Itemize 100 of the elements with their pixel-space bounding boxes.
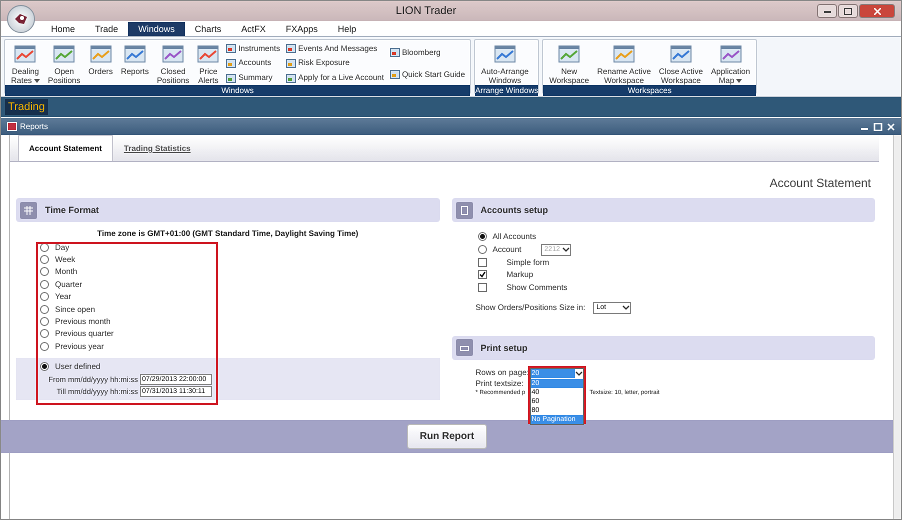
radio-button[interactable] <box>40 255 49 264</box>
option-label: Year <box>55 292 72 302</box>
radio-button[interactable] <box>40 304 49 314</box>
ribbon-item[interactable]: Quick Start Guide <box>390 69 466 79</box>
ribbon-button[interactable]: Reports <box>118 41 152 85</box>
maximize-button[interactable] <box>838 4 858 18</box>
window-icon <box>390 69 400 79</box>
option-label: Simple form <box>506 258 550 267</box>
ribbon-button[interactable]: Open Positions <box>44 41 84 85</box>
window-chart-icon <box>558 43 580 65</box>
option-label: Week <box>55 255 76 264</box>
radio-button[interactable] <box>40 267 49 276</box>
checkbox[interactable] <box>478 270 486 280</box>
report-tab[interactable]: Account Statement <box>18 135 113 161</box>
section-title: Accounts setup <box>480 205 548 215</box>
maximize-icon <box>844 8 852 14</box>
ribbon-button[interactable]: Price Alerts <box>194 41 222 85</box>
option-label: Quarter <box>55 280 82 289</box>
option-label: Month <box>55 267 78 276</box>
window-chart-icon <box>90 43 112 65</box>
close-icon <box>874 8 880 14</box>
option-label: Account <box>492 245 522 254</box>
radio-button[interactable] <box>478 232 486 241</box>
timezone-note: Time zone is GMT+01:00 (GMT Standard Time, Daylight Saving Time) <box>96 229 360 238</box>
printer-icon <box>456 339 472 356</box>
radio-button[interactable] <box>40 280 49 289</box>
ribbon-button[interactable]: Dealing Rates <box>8 41 43 85</box>
radio-button[interactable] <box>478 245 486 254</box>
window-chart-icon <box>14 43 36 65</box>
option-label: Previous quarter <box>55 329 114 338</box>
menu-tab[interactable]: Home <box>41 22 86 36</box>
ribbon-item[interactable]: Summary <box>226 72 280 83</box>
group-title: Workspaces <box>543 85 756 96</box>
ribbon-button[interactable]: Auto-Arrange Windows <box>478 41 532 85</box>
field-label: Rows on page: <box>476 368 529 376</box>
option-label: All Accounts <box>492 232 536 241</box>
radio-button[interactable] <box>40 292 49 302</box>
option-label: User defined <box>55 362 100 372</box>
ribbon-item[interactable]: Accounts <box>226 58 280 68</box>
radio-button[interactable] <box>40 317 49 326</box>
report-tab[interactable]: Trading Statistics <box>112 135 202 161</box>
field-label: Show Orders/Positions Size in: <box>476 303 586 312</box>
logo-icon <box>14 13 28 25</box>
page-title: Account Statement <box>770 176 871 190</box>
option-label: Day <box>55 242 70 252</box>
ribbon-item[interactable]: Apply for a Live Account <box>286 72 384 83</box>
ribbon-button[interactable]: Application Map <box>708 41 754 85</box>
ribbon-button[interactable]: Orders <box>85 41 116 85</box>
ribbon-item[interactable]: Events And Messages <box>286 43 384 54</box>
app-logo-button[interactable] <box>7 5 35 33</box>
menu-tab[interactable]: Help <box>328 22 366 36</box>
scrollbar[interactable] <box>893 135 901 519</box>
section-title: Print setup <box>480 342 528 352</box>
radio-button[interactable] <box>40 329 49 338</box>
window-chart-icon <box>124 43 146 65</box>
radio-button[interactable] <box>40 342 49 351</box>
minimize-button[interactable] <box>817 4 837 18</box>
ribbon-button[interactable]: Closed Positions <box>154 41 192 85</box>
document-icon <box>456 202 472 218</box>
calendar-icon <box>20 202 37 218</box>
ribbon-item[interactable]: Instruments <box>226 43 280 54</box>
window-icon <box>226 58 236 68</box>
window-chart-icon <box>197 43 220 65</box>
window-chart-icon <box>613 43 635 65</box>
close-button[interactable] <box>859 4 895 18</box>
ribbon-button[interactable]: Close Active Workspace <box>656 41 706 85</box>
report-icon <box>7 122 17 131</box>
window-chart-icon <box>720 43 742 65</box>
group-title: Windows <box>5 85 470 96</box>
menu-tab[interactable]: Charts <box>184 22 232 36</box>
window-chart-icon <box>53 43 76 65</box>
option-label: Show Comments <box>506 282 568 292</box>
radio-button[interactable] <box>40 362 49 372</box>
ribbon-button[interactable]: Rename Active Workspace <box>594 41 654 85</box>
panel-controls-icon <box>861 122 895 130</box>
menu-tab[interactable]: ActFX <box>231 22 276 36</box>
ribbon-item[interactable]: Risk Exposure <box>286 58 384 68</box>
menu-tab[interactable]: FXApps <box>276 22 328 36</box>
ribbon-button[interactable]: New Workspace <box>546 41 592 85</box>
run-report-button[interactable]: Run Report <box>406 424 488 449</box>
check-icon <box>478 271 486 278</box>
checkbox[interactable] <box>478 282 486 292</box>
window-icon <box>390 47 400 57</box>
option-label: Since open <box>55 304 96 314</box>
menu-tab[interactable]: Windows <box>128 22 185 36</box>
section-title: Time Format <box>45 205 99 215</box>
option-label: Markup <box>506 270 534 280</box>
field-label: Print textsize: <box>476 378 524 388</box>
menu-tab[interactable]: Trade <box>85 22 128 36</box>
workspace-tab[interactable]: Trading <box>5 99 48 115</box>
group-title: Arrange Windows <box>475 85 538 96</box>
window-icon <box>286 43 296 54</box>
window-icon <box>226 72 236 83</box>
window-chart-icon <box>162 43 184 65</box>
checkbox[interactable] <box>478 258 486 267</box>
minimize-icon <box>824 10 830 12</box>
window-chart-icon <box>494 43 516 65</box>
ribbon-item[interactable]: Bloomberg <box>390 47 466 57</box>
window-chart-icon <box>670 43 692 65</box>
window-icon <box>226 43 236 54</box>
